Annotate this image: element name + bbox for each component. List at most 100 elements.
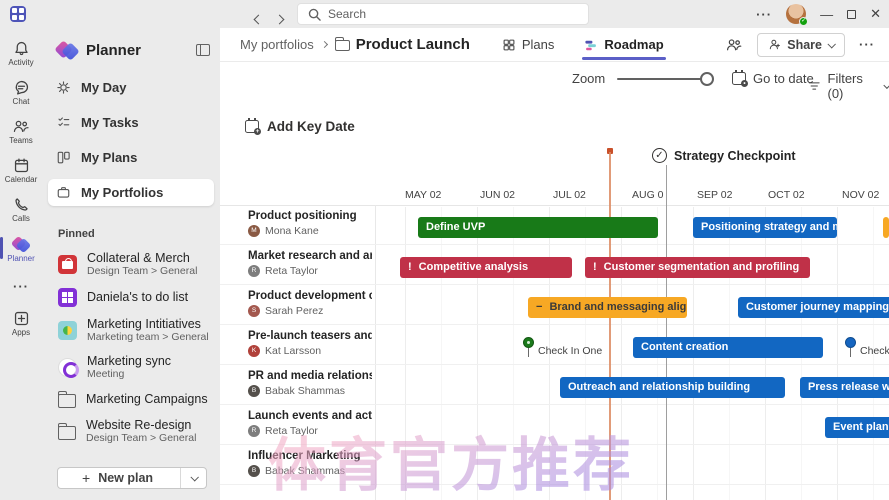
task-bar-clipped[interactable]	[883, 217, 889, 238]
task-name: Influencer Marketing	[248, 450, 372, 462]
search-icon	[308, 8, 321, 21]
rail-item-calendar[interactable]: Calendar	[0, 151, 42, 190]
pinned-item-website-redesign[interactable]: Website Re-design Design Team > General	[42, 413, 220, 450]
owner-avatar: R	[248, 265, 260, 277]
avatar[interactable]: ✓	[786, 4, 806, 24]
owner-avatar: K	[248, 345, 260, 357]
pinned-item-title: Website Re-design	[86, 418, 196, 432]
task-bar-content-creation[interactable]: Content creation	[633, 337, 823, 358]
zoom-slider-thumb[interactable]	[700, 72, 714, 86]
task-bar-customer-journey[interactable]: Customer journey mapping	[738, 297, 889, 318]
tab-roadmap[interactable]: Roadmap	[582, 28, 665, 62]
checkpoint-label: Strategy Checkpoint	[674, 149, 796, 163]
sidebar-item-my-plans[interactable]: My Plans	[48, 144, 214, 171]
plans-icon	[56, 150, 71, 165]
roadmap-timeline: MAY 02 JUN 02 JUL 02 AUG 0 SEP 02 OCT 02…	[220, 95, 889, 500]
back-icon[interactable]	[255, 10, 262, 28]
owner-name: Sarah Perez	[265, 305, 323, 317]
pinned-item-subtitle: Design Team > General	[87, 265, 197, 278]
plan-header: My portfolios Product Launch Plans Roadm…	[220, 28, 889, 62]
folder-icon	[58, 394, 76, 408]
forward-icon[interactable]	[276, 10, 283, 28]
go-to-date-button[interactable]: • Go to date	[732, 71, 814, 86]
planner-logo-icon	[56, 40, 78, 60]
owner-avatar: R	[248, 425, 260, 437]
task-bar-outreach[interactable]: Outreach and relationship building	[560, 377, 785, 398]
new-plan-label: New plan	[98, 471, 153, 485]
plan-more-icon[interactable]: ···	[859, 37, 875, 52]
collapse-sidebar-icon[interactable]	[196, 44, 210, 56]
rail-label: Calendar	[5, 175, 37, 184]
rail-more-icon[interactable]: ···	[0, 269, 42, 304]
rail-label: Apps	[12, 328, 30, 337]
zoom-slider[interactable]	[617, 72, 714, 86]
pinned-item-danielas-list[interactable]: Daniela's to do list	[42, 283, 220, 312]
sidebar-item-my-portfolios[interactable]: My Portfolios	[48, 179, 214, 206]
label-column-divider	[375, 205, 376, 500]
sidebar-item-label: My Day	[81, 80, 127, 95]
task-row-influencer-marketing[interactable]: Influencer Marketing BBabak Shammas	[248, 450, 372, 477]
pinned-item-title: Daniela's to do list	[87, 290, 188, 304]
tasks-icon	[56, 115, 71, 130]
share-button[interactable]: Share	[757, 33, 845, 57]
zoom-label: Zoom	[572, 71, 605, 86]
app-rail: Activity Chat Teams Calendar Calls Plann…	[0, 28, 42, 500]
titlebar-more-icon[interactable]: ···	[756, 7, 772, 22]
share-label: Share	[787, 38, 822, 52]
chevron-down-icon	[883, 81, 889, 89]
task-bar-press-release[interactable]: Press release writing	[800, 377, 889, 398]
key-date-strategy-checkpoint[interactable]: ✓ Strategy Checkpoint	[652, 148, 796, 163]
minimize-icon[interactable]: —	[820, 7, 833, 22]
sidebar-item-my-day[interactable]: My Day	[48, 74, 214, 101]
task-row-pre-launch-teasers[interactable]: Pre-launch teasers and cam... KKat Larss…	[248, 330, 372, 357]
rail-item-apps[interactable]: Apps	[0, 304, 42, 343]
rail-item-calls[interactable]: Calls	[0, 190, 42, 229]
month-label: SEP 02	[697, 189, 732, 201]
search-input[interactable]: Search	[297, 3, 589, 25]
planner-app: Search ··· ✓ — ✕ Activity Chat Teams Cal…	[0, 0, 889, 500]
chevron-down-icon	[827, 40, 835, 48]
planner-icon	[12, 235, 30, 253]
month-label: JUN 02	[480, 189, 515, 201]
sidebar-item-label: My Plans	[81, 150, 137, 165]
task-row-product-development[interactable]: Product development collab SSarah Perez	[248, 290, 372, 317]
task-bar-event-planning[interactable]: Event planning	[825, 417, 889, 438]
task-bar-define-uvp[interactable]: Define UVP	[418, 217, 658, 238]
rail-item-activity[interactable]: Activity	[0, 34, 42, 73]
task-bar-brand-messaging[interactable]: −Brand and messaging alignment	[528, 297, 687, 318]
rail-item-planner[interactable]: Planner	[0, 229, 42, 269]
task-row-market-research[interactable]: Market research and analysis RReta Taylo…	[248, 250, 372, 277]
task-row-product-positioning[interactable]: Product positioning MMona Kane	[248, 210, 372, 237]
portfolio-folder-icon	[335, 40, 350, 51]
pinned-item-marketing-campaigns[interactable]: Marketing Campaigns	[42, 386, 220, 413]
close-icon[interactable]: ✕	[870, 6, 881, 22]
task-bar-competitive-analysis[interactable]: !Competitive analysis	[400, 257, 572, 278]
task-row-pr-media[interactable]: PR and media relations BBabak Shammas	[248, 370, 372, 397]
owner-name: Reta Taylor	[265, 425, 318, 437]
maximize-icon[interactable]	[847, 10, 856, 19]
teams-logo-icon[interactable]	[10, 6, 26, 22]
task-row-launch-events[interactable]: Launch events and activations RReta Tayl…	[248, 410, 372, 437]
new-plan-dropdown[interactable]	[180, 468, 206, 488]
tab-plans[interactable]: Plans	[500, 28, 557, 62]
owner-name: Babak Shammas	[265, 465, 345, 477]
pinned-item-marketing-initiatives[interactable]: Marketing Intitiatives Marketing team > …	[42, 312, 220, 349]
pinned-item-collateral-merch[interactable]: Collateral & Merch Design Team > General	[42, 246, 220, 283]
month-label: NOV 02	[842, 189, 879, 201]
priority-icon: !	[408, 261, 412, 273]
task-name: PR and media relations	[248, 370, 372, 382]
breadcrumb[interactable]: My portfolios	[240, 37, 314, 52]
new-plan-button[interactable]: + New plan	[57, 467, 207, 489]
members-icon[interactable]	[725, 37, 743, 53]
milestone-label: Check In One	[538, 345, 602, 357]
task-bar-positioning-strategy[interactable]: Positioning strategy and mess...	[693, 217, 837, 238]
sidebar-item-my-tasks[interactable]: My Tasks	[48, 109, 214, 136]
rail-item-teams[interactable]: Teams	[0, 112, 42, 151]
rail-label: Chat	[13, 97, 30, 106]
rail-item-chat[interactable]: Chat	[0, 73, 42, 112]
pinned-section-header: Pinned	[42, 214, 220, 246]
month-label: AUG 0	[632, 189, 664, 201]
task-bar-customer-segmentation[interactable]: !Customer segmentation and profiling	[585, 257, 810, 278]
sidebar-item-label: My Tasks	[81, 115, 139, 130]
pinned-item-marketing-sync[interactable]: Marketing sync Meeting	[42, 349, 220, 386]
